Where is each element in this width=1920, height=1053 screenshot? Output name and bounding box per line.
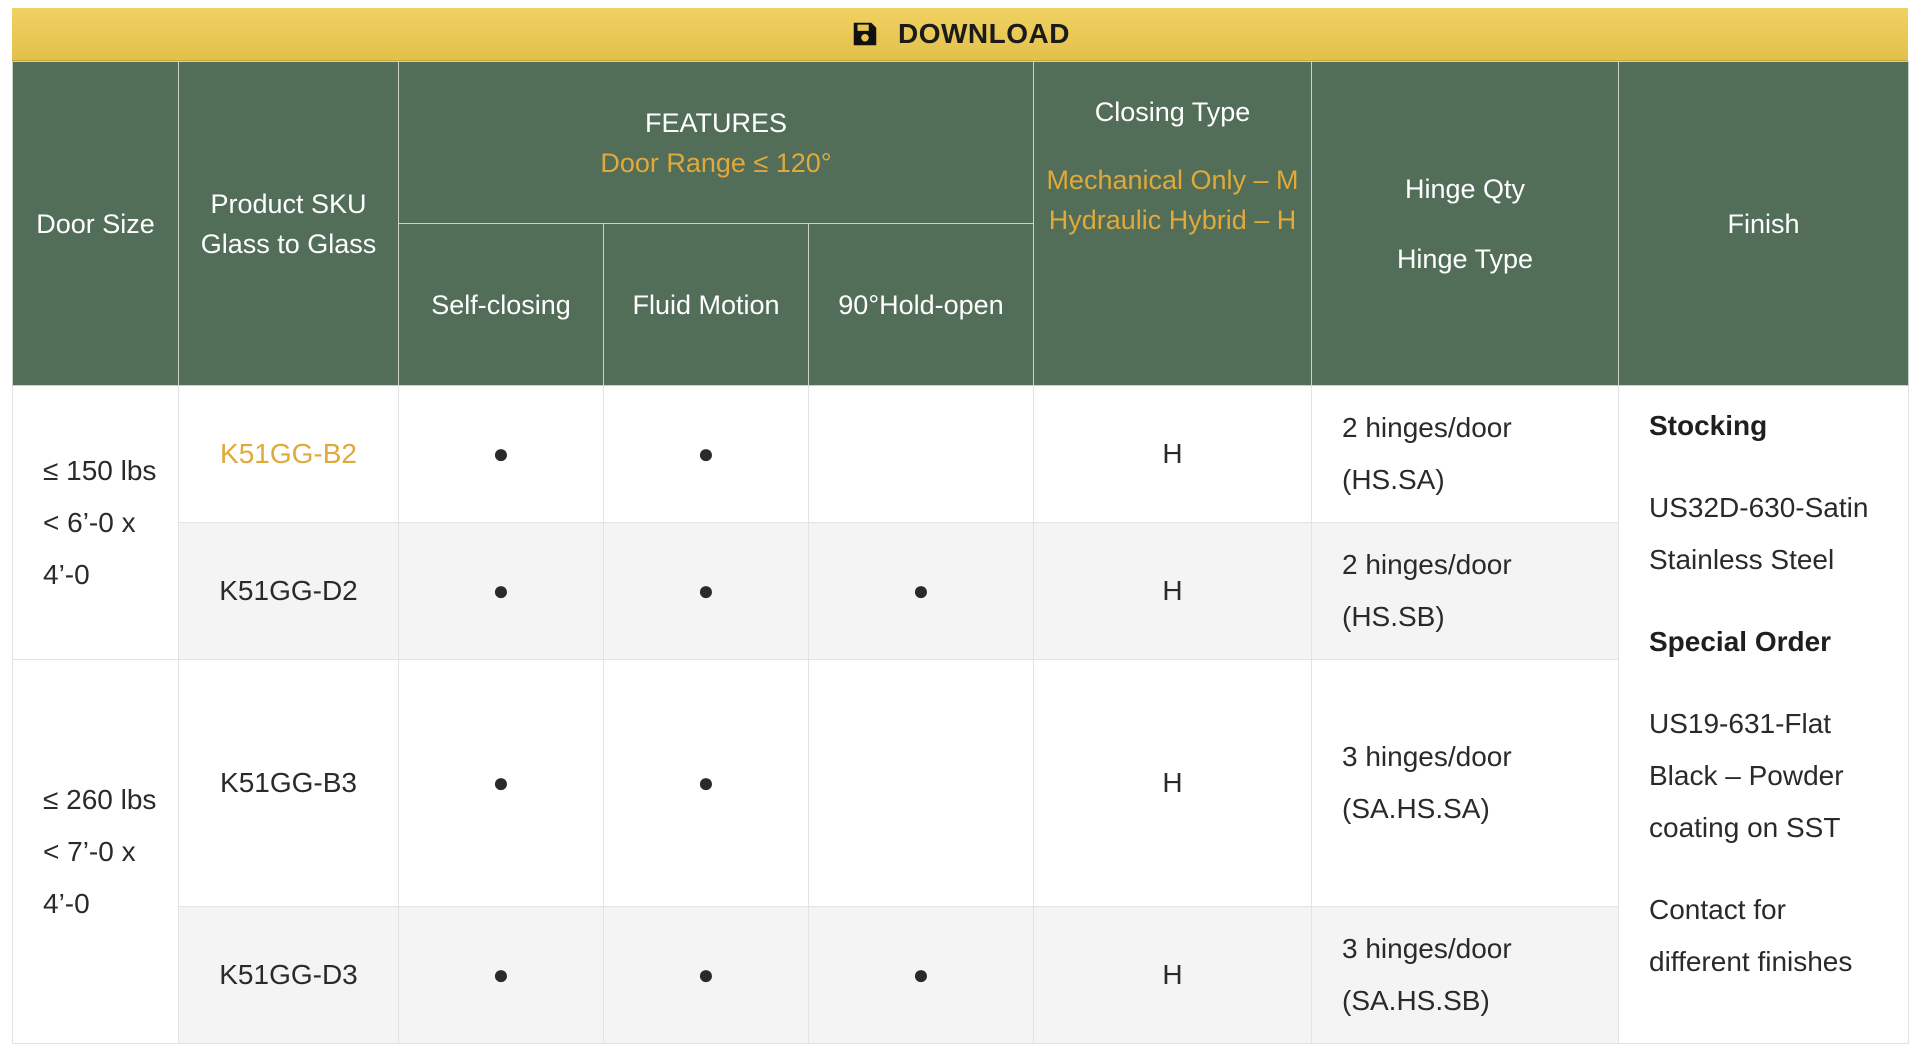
hinge-spec-table: Door Size Product SKU Glass to Glass FEA…	[12, 61, 1909, 1044]
hinge-cell: 2 hinges/door (HS.SA)	[1311, 385, 1619, 523]
door-dimensions: < 7’-0 x 4’-0	[43, 835, 136, 919]
self-closing-cell: ●	[398, 906, 604, 1044]
door-size-cell: ≤ 150 lbs < 6’-0 x 4’-0	[12, 385, 179, 660]
door-weight: ≤ 150 lbs	[43, 454, 157, 486]
hinge-cell: 3 hinges/door (SA.HS.SB)	[1311, 906, 1619, 1044]
sku-cell: K51GG-D3	[178, 906, 399, 1044]
hinge-type: (SA.HS.SA)	[1342, 793, 1490, 824]
self-closing-cell: ●	[398, 522, 604, 660]
hold-open-cell	[808, 385, 1034, 523]
door-weight: ≤ 260 lbs	[43, 783, 157, 815]
finish-cell: Stocking US32D-630-Satin Stainless Steel…	[1618, 385, 1909, 1044]
self-closing-cell: ●	[398, 659, 604, 907]
hinge-type: (HS.SB)	[1342, 601, 1445, 632]
product-table-container: DOWNLOAD Door Size Product SKU Glass to …	[12, 8, 1909, 1044]
header-fluid-motion: Fluid Motion	[603, 223, 809, 386]
header-hinge: Hinge Qty Hinge Type	[1311, 61, 1619, 386]
header-door-size: Door Size	[12, 61, 179, 386]
closing-hydraulic-label: Hydraulic Hybrid – H	[1048, 205, 1297, 235]
door-range-label: Door Range ≤ 120°	[600, 147, 832, 178]
stocking-label: Stocking	[1649, 410, 1768, 441]
sku-cell: K51GG-B3	[178, 659, 399, 907]
sku-cell: K51GG-D2	[178, 522, 399, 660]
contact-note: Contact for different finishes	[1649, 894, 1853, 977]
door-dimensions: < 6’-0 x 4’-0	[43, 506, 136, 590]
table-row: ≤ 150 lbs < 6’-0 x 4’-0 K51GG-B2 ● ● H 2…	[12, 385, 1909, 1044]
header-features: FEATURES Door Range ≤ 120°	[398, 61, 1034, 224]
hinge-qty: 3 hinges/door	[1342, 933, 1512, 964]
hinge-cell: 3 hinges/door (SA.HS.SA)	[1311, 659, 1619, 907]
header-finish: Finish	[1618, 61, 1909, 386]
closing-type-cell: H	[1033, 385, 1312, 523]
hinge-qty: 2 hinges/door	[1342, 412, 1512, 443]
header-closing-type: Closing Type Mechanical Only – M Hydraul…	[1033, 61, 1312, 386]
fluid-motion-cell: ●	[603, 385, 809, 523]
features-label: FEATURES	[644, 107, 787, 138]
floppy-disk-icon	[853, 22, 877, 46]
fluid-motion-cell: ●	[603, 522, 809, 660]
header-hold-open: 90°Hold-open	[808, 223, 1034, 386]
door-size-cell: ≤ 260 lbs < 7’-0 x 4’-0	[12, 659, 179, 1044]
download-button[interactable]: DOWNLOAD	[12, 8, 1908, 61]
header-sku: Product SKU Glass to Glass	[178, 61, 399, 386]
hinge-cell: 2 hinges/door (HS.SB)	[1311, 522, 1619, 660]
hold-open-cell: ●	[808, 906, 1034, 1044]
hinge-type: (HS.SA)	[1342, 464, 1445, 495]
stocking-value: US32D-630-Satin Stainless Steel	[1649, 492, 1869, 575]
closing-type-label: Closing Type	[1094, 97, 1251, 127]
closing-type-cell: H	[1033, 659, 1312, 907]
special-order-label: Special Order	[1649, 626, 1832, 657]
header-self-closing: Self-closing	[398, 223, 604, 386]
hinge-qty: 3 hinges/door	[1342, 741, 1512, 772]
sku-link[interactable]: K51GG-B2	[178, 385, 399, 523]
closing-type-cell: H	[1033, 522, 1312, 660]
self-closing-cell: ●	[398, 385, 604, 523]
hinge-type-label: Hinge Type	[1396, 243, 1534, 274]
hinge-qty-label: Hinge Qty	[1404, 173, 1526, 204]
hinge-type: (SA.HS.SB)	[1342, 985, 1490, 1016]
fluid-motion-cell: ●	[603, 906, 809, 1044]
closing-type-cell: H	[1033, 906, 1312, 1044]
fluid-motion-cell: ●	[603, 659, 809, 907]
closing-mechanical-label: Mechanical Only – M	[1046, 165, 1299, 195]
special-order-value: US19-631-Flat Black – Powder coating on …	[1649, 708, 1844, 843]
hinge-qty: 2 hinges/door	[1342, 549, 1512, 580]
hold-open-cell: ●	[808, 522, 1034, 660]
download-label: DOWNLOAD	[898, 18, 1070, 49]
hold-open-cell	[808, 659, 1034, 907]
